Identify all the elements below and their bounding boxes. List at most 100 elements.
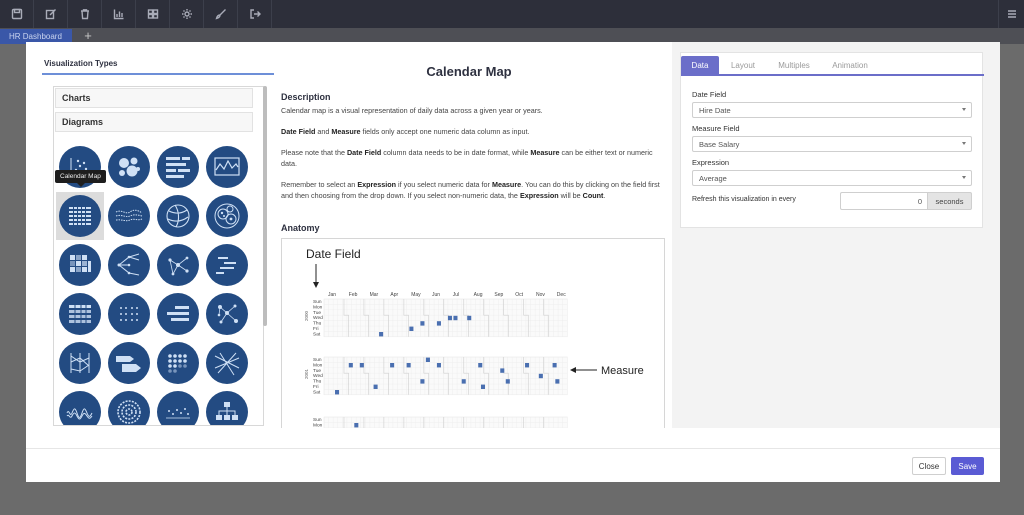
anatomy-heading: Anatomy [281,223,320,233]
description-p3: Please note that the Date Field column d… [281,148,653,168]
table-icon[interactable] [59,293,101,335]
gear-icon[interactable] [170,0,204,28]
date-field-select[interactable]: Hire Date [692,102,972,118]
day-label: Sun [313,417,322,423]
day-label: Sat [313,389,321,395]
menu-icon[interactable] [998,0,1024,28]
tab-data[interactable]: Data [681,56,719,75]
date-field-label: Date Field [692,90,727,99]
close-button[interactable]: Close [912,457,946,475]
expression-value: Average [699,173,727,183]
day-cell [335,390,340,395]
sankey-flow-icon[interactable] [108,342,150,384]
dot-matrix-icon[interactable] [108,293,150,335]
measure-field-select[interactable]: Base Salary [692,136,972,152]
day-label: Thu [313,379,322,385]
year-label: 2000 [304,310,309,321]
network-graph-icon[interactable] [157,244,199,286]
org-chart-icon[interactable] [206,391,248,425]
save-button[interactable]: Save [951,457,984,475]
category-diagrams[interactable]: Diagrams [55,112,253,132]
expression-select[interactable]: Average [692,170,972,186]
date-field-annotation: Date Field [306,247,361,261]
bubble-chart-icon[interactable] [108,146,150,188]
day-label: Wed [313,373,323,379]
month-label: Nov [536,292,545,298]
chord-lines-icon[interactable] [206,342,248,384]
day-cell [373,384,378,389]
visualization-list: Charts Diagrams Calendar Map [53,86,264,426]
bar-chart-icon[interactable] [102,0,136,28]
edit-icon[interactable] [34,0,68,28]
grid-icon[interactable] [136,0,170,28]
day-label: Tue [313,368,321,374]
waffle-chart-icon[interactable] [157,342,199,384]
stream-graph-icon[interactable] [108,195,150,237]
day-label: Wed [313,315,323,321]
day-cell [555,379,560,384]
month-label: Feb [349,292,358,298]
month-label: Apr [390,292,398,298]
heatmap-icon[interactable] [59,244,101,286]
gantt-chart-icon[interactable] [157,146,199,188]
brush-icon[interactable] [204,0,238,28]
anatomy-diagram: Date Field Measure Jan Feb Mar Apr May Jun Jul… [281,238,665,428]
tab-layout[interactable]: Layout [723,56,763,75]
visualization-types-pane: Visualization Types Charts Diagrams Cale… [36,52,274,426]
month-label: May [411,292,421,298]
settings-panel: Data Layout Multiples Animation Date Fie… [680,52,984,228]
bullet-chart-icon[interactable] [157,293,199,335]
visualization-types-title: Visualization Types [44,59,118,68]
day-label: Mon [313,304,323,310]
description-p2: Date Field and Measure fields only accep… [281,127,530,136]
day-cell [538,373,543,379]
dot-plot-icon[interactable] [157,391,199,425]
refresh-interval-input[interactable]: 0 [840,192,927,210]
measure-term: Measure [331,127,361,136]
month-label: Aug [474,292,483,298]
save-icon[interactable] [0,0,34,28]
refresh-label: Refresh this visualization in every [692,196,796,203]
visualization-title: Calendar Map [426,64,512,79]
month-label: Oct [515,292,523,298]
sign-out-icon[interactable] [238,0,272,28]
circle-packing-icon[interactable] [206,195,248,237]
day-label: Sat [313,331,321,337]
settings-tabs: Data Layout Multiples Animation [681,56,984,76]
day-cell [552,363,557,368]
area-wave-icon[interactable] [59,391,101,425]
day-cell [478,363,483,368]
measure-field-label: Measure Field [692,124,740,133]
expression-label: Expression [692,158,730,167]
visualization-modal: Visualization Types Charts Diagrams Cale… [26,42,1000,482]
day-cell [436,363,441,368]
day-label: Tue [313,310,321,316]
add-tab-button[interactable]: + [82,29,94,43]
day-label: Fri [313,326,319,332]
line-chart-icon[interactable] [206,146,248,188]
tab-animation[interactable]: Animation [825,56,875,75]
month-label: Jun [432,292,440,298]
calendar-anatomy-svg: Date Field Measure Jan Feb Mar Apr May Jun Jul… [304,247,644,428]
day-label: Mon [313,362,323,368]
month-label: Jul [453,292,459,298]
globe-chart-icon[interactable] [157,195,199,237]
tab-multiples[interactable]: Multiples [769,56,819,75]
trash-icon[interactable] [68,0,102,28]
day-cell [379,332,384,337]
day-label: Thu [313,321,322,327]
tree-diagram-icon[interactable] [108,244,150,286]
radial-bar-icon[interactable] [108,391,150,425]
day-cell [409,326,414,331]
year-label: 2001 [304,368,309,379]
calendar-map-icon[interactable] [59,195,101,237]
parallel-coordinates-icon[interactable] [59,342,101,384]
day-cell [420,321,425,326]
calendar-year-block [323,356,568,396]
day-label: Sun [313,357,322,363]
sequence-chart-icon[interactable] [206,244,248,286]
list-scrollbar[interactable] [263,86,267,326]
category-charts[interactable]: Charts [55,88,253,108]
cluster-diagram-icon[interactable] [206,293,248,335]
day-cell [500,368,505,373]
